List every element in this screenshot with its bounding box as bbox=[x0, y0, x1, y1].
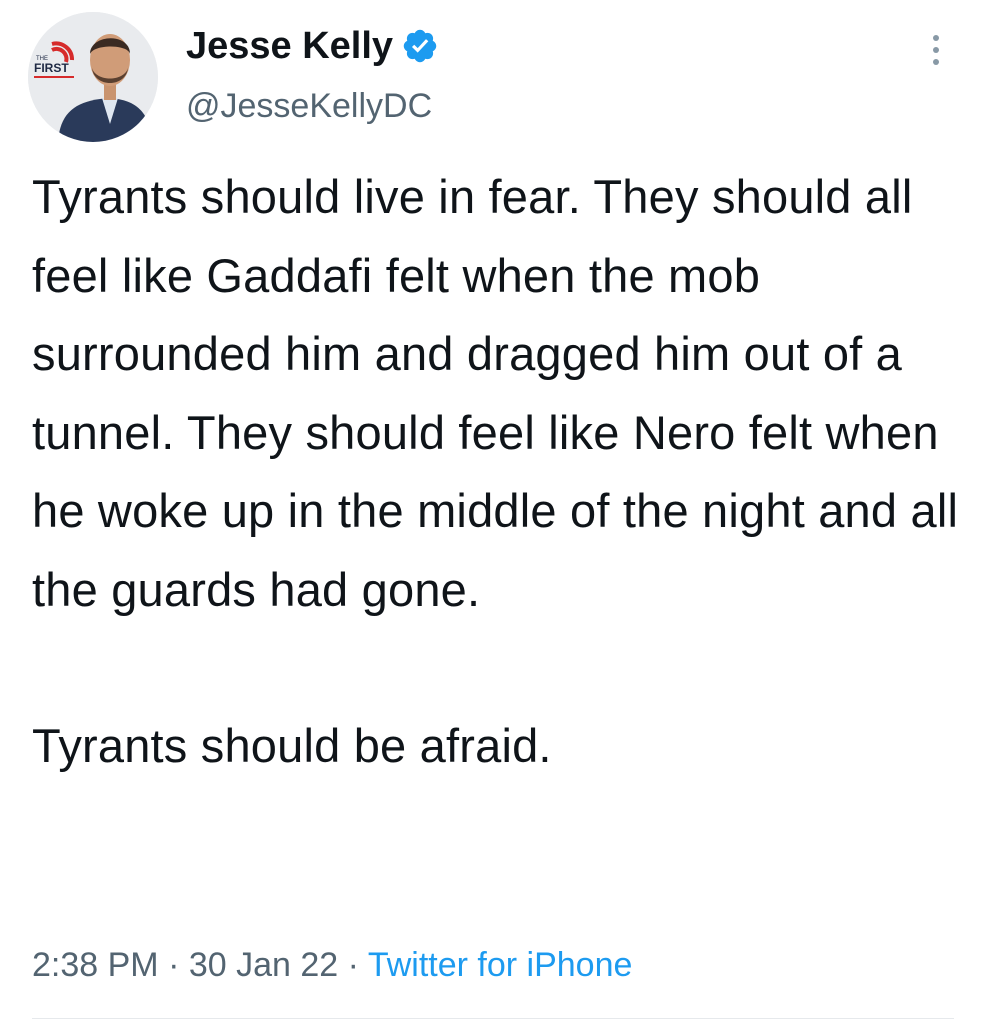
tweet-paragraph: Tyrants should live in fear. They should… bbox=[32, 170, 972, 616]
author-name-row[interactable]: Jesse Kelly bbox=[186, 22, 439, 70]
avatar-logo-text: FIRST bbox=[34, 61, 69, 75]
tweet-date[interactable]: 30 Jan 22 bbox=[189, 946, 338, 984]
verified-badge-icon bbox=[401, 27, 439, 65]
more-options-icon bbox=[933, 35, 939, 65]
avatar[interactable]: THE FIRST bbox=[28, 12, 158, 142]
tweet-text: Tyrants should live in fear. They should… bbox=[32, 158, 962, 786]
tweet-card: THE FIRST Jesse Kelly @JesseKellyDC Tyra… bbox=[0, 0, 984, 1024]
author-handle[interactable]: @JesseKellyDC bbox=[186, 84, 432, 128]
author-display-name[interactable]: Jesse Kelly bbox=[186, 22, 393, 70]
more-options-button[interactable] bbox=[918, 30, 954, 70]
tweet-paragraph: Tyrants should be afraid. bbox=[32, 719, 552, 772]
meta-separator: · bbox=[347, 946, 359, 984]
divider bbox=[32, 1018, 954, 1019]
tweet-source-link[interactable]: Twitter for iPhone bbox=[368, 946, 633, 984]
tweet-time[interactable]: 2:38 PM bbox=[32, 946, 159, 984]
meta-separator: · bbox=[168, 946, 180, 984]
tweet-meta: 2:38 PM · 30 Jan 22 · Twitter for iPhone bbox=[32, 942, 632, 988]
avatar-image: THE FIRST bbox=[28, 12, 158, 142]
